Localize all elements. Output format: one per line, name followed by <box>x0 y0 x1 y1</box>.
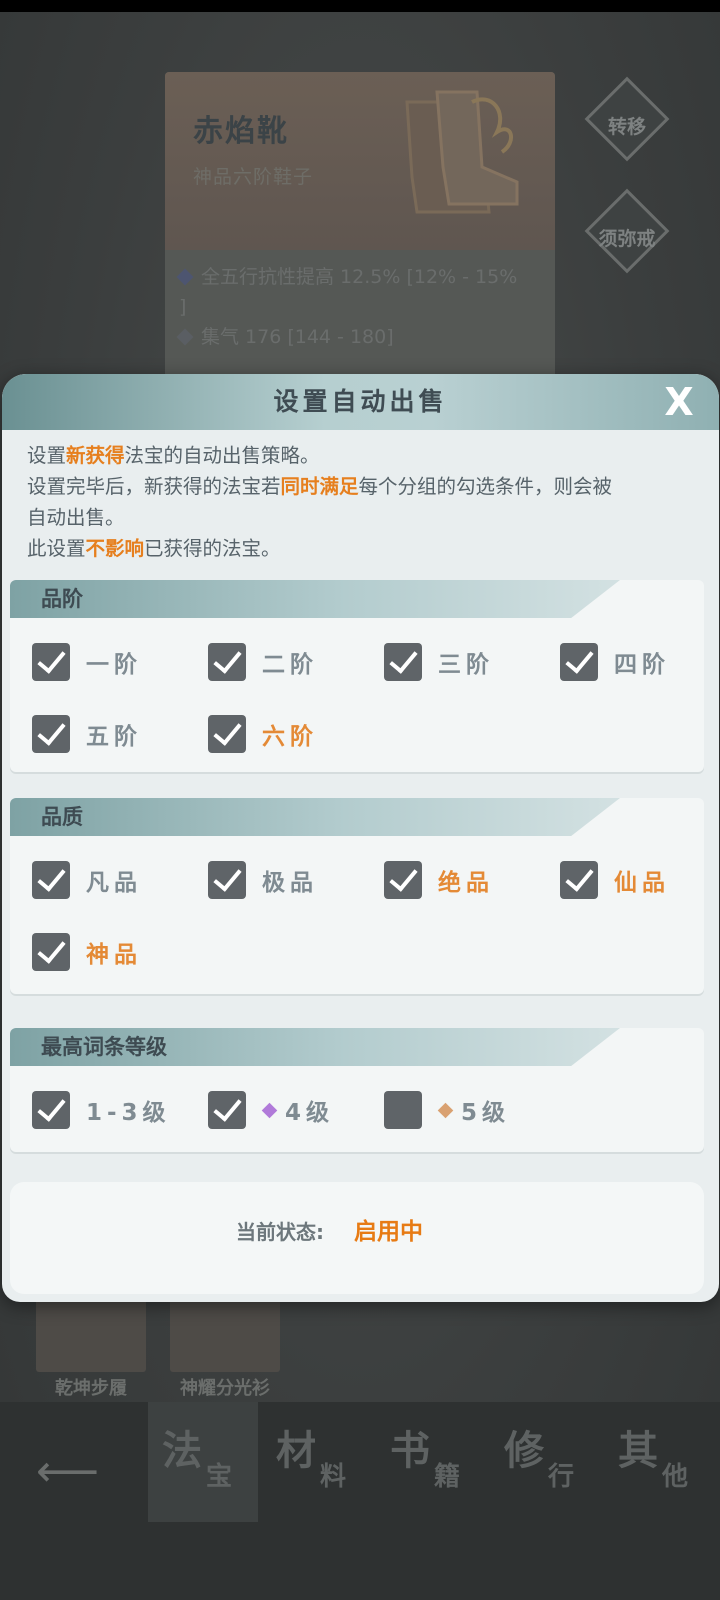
quality-option-peerless[interactable]: 绝品 <box>384 860 494 900</box>
section-title: 品质 <box>41 805 83 829</box>
status-label: 当前状态: <box>236 1220 324 1244</box>
boots-icon <box>405 90 519 214</box>
checkbox[interactable] <box>32 933 70 971</box>
tab-books[interactable]: 书 籍 <box>376 1402 486 1522</box>
purple-gem-icon <box>261 1102 278 1118</box>
affix-option-5[interactable]: 5级 <box>384 1090 510 1130</box>
checkbox[interactable] <box>32 1091 70 1129</box>
checkbox[interactable] <box>32 643 70 681</box>
description-line: 自动出售。 <box>27 506 125 529</box>
quality-option-divine[interactable]: 神品 <box>32 932 142 972</box>
section-title: 品阶 <box>41 587 83 611</box>
sumeru-ring-button[interactable]: 须弥戒 <box>584 188 670 274</box>
inventory-item-label: 神耀分光衫 <box>180 1378 270 1399</box>
quality-option-superior[interactable]: 极品 <box>208 860 318 900</box>
tab-others[interactable]: 其 他 <box>604 1402 714 1522</box>
checkbox[interactable] <box>208 715 246 753</box>
affix-option-4[interactable]: 4级 <box>208 1090 334 1130</box>
quality-option-common[interactable]: 凡品 <box>32 860 142 900</box>
affix-option-1-3[interactable]: 1-3级 <box>32 1090 171 1130</box>
checkbox[interactable] <box>384 1091 422 1129</box>
tier-option-3[interactable]: 三阶 <box>384 642 494 682</box>
description-line: 设置完毕后，新获得的法宝若同时满足每个分组的勾选条件，则会被 <box>27 475 613 498</box>
tab-treasure[interactable]: 法 宝 <box>148 1402 258 1522</box>
tab-cultivation[interactable]: 修 行 <box>490 1402 600 1522</box>
affix-gem-icon <box>176 328 194 346</box>
quality-section: 品质 凡品 极品 绝品 仙品 神品 <box>10 798 704 994</box>
checkbox[interactable] <box>208 1091 246 1129</box>
affix-level-section: 最高词条等级 1-3级 4级 5级 <box>10 1028 704 1152</box>
checkbox[interactable] <box>208 861 246 899</box>
close-icon[interactable]: X <box>655 378 703 426</box>
tab-materials[interactable]: 材 料 <box>262 1402 372 1522</box>
section-title: 最高词条等级 <box>41 1035 167 1059</box>
checkbox[interactable] <box>384 861 422 899</box>
tier-option-5[interactable]: 五阶 <box>32 714 142 754</box>
tier-option-2[interactable]: 二阶 <box>208 642 318 682</box>
orange-gem-icon <box>437 1102 454 1118</box>
description-line: 此设置不影响已获得的法宝。 <box>27 537 281 560</box>
arrow-left-icon[interactable]: ⟵ <box>36 1446 99 1497</box>
item-stats: 全五行抗性提高 12.5% [12% - 15% ] 集气 176 [144 -… <box>165 250 555 364</box>
item-card-header: 赤焰靴 神品六阶鞋子 <box>165 72 555 250</box>
status-bar <box>0 0 720 12</box>
bottom-nav: ⟵ 法 宝 材 料 书 籍 修 行 其 他 <box>0 1402 720 1600</box>
quality-option-immortal[interactable]: 仙品 <box>560 860 670 900</box>
tier-section: 品阶 一阶 二阶 三阶 四阶 五阶 六阶 <box>10 580 704 772</box>
dialog-description: 设置新获得法宝的自动出售策略。 设置完毕后，新获得的法宝若同时满足每个分组的勾选… <box>27 440 707 564</box>
tier-option-1[interactable]: 一阶 <box>32 642 142 682</box>
auto-sell-dialog: 设置自动出售 X 设置新获得法宝的自动出售策略。 设置完毕后，新获得的法宝若同时… <box>2 374 719 1302</box>
stat-line: ] <box>179 296 187 318</box>
status-value[interactable]: 启用中 <box>354 1212 423 1246</box>
item-grade: 神品六阶鞋子 <box>193 166 314 188</box>
item-detail-card: 赤焰靴 神品六阶鞋子 全五行抗性提高 12.5% [12% - 15% ] 集气… <box>165 72 555 402</box>
checkbox[interactable] <box>32 861 70 899</box>
tier-option-4[interactable]: 四阶 <box>560 642 670 682</box>
tier-option-6[interactable]: 六阶 <box>208 714 318 754</box>
stat-line: 集气 176 [144 - 180] <box>176 322 541 352</box>
dialog-title: 设置自动出售 <box>273 387 448 416</box>
item-name: 赤焰靴 <box>193 114 289 149</box>
checkbox[interactable] <box>560 643 598 681</box>
affix-gem-icon <box>176 268 194 286</box>
checkbox[interactable] <box>560 861 598 899</box>
description-line: 设置新获得法宝的自动出售策略。 <box>27 444 320 467</box>
stat-line: 全五行抗性提高 12.5% [12% - 15% <box>176 262 541 292</box>
transfer-button[interactable]: 转移 <box>584 76 670 162</box>
checkbox[interactable] <box>384 643 422 681</box>
section-header <box>10 580 620 618</box>
section-header <box>10 798 620 836</box>
checkbox[interactable] <box>32 715 70 753</box>
inventory-item-label: 乾坤步履 <box>55 1378 127 1399</box>
checkbox[interactable] <box>208 643 246 681</box>
